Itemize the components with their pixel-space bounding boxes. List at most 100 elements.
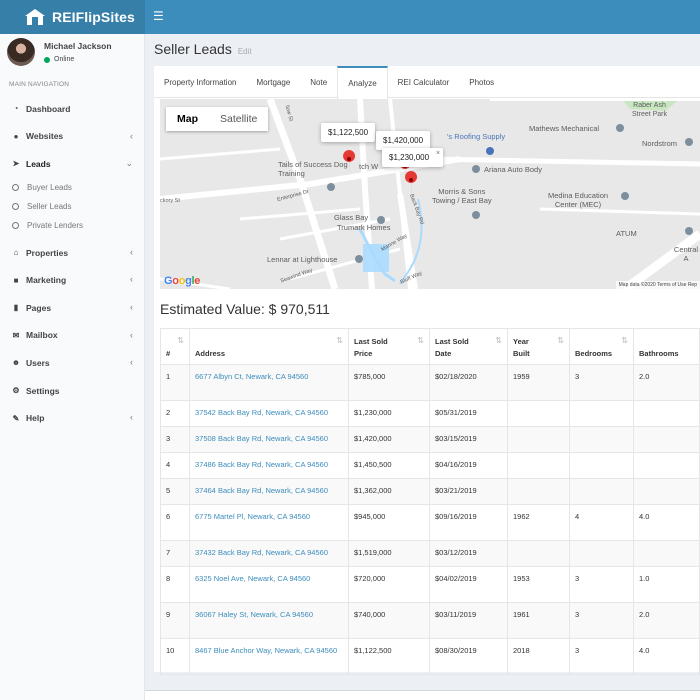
cell-bedrooms: 4 <box>569 504 634 541</box>
users-icon: ☻ <box>11 358 21 368</box>
file-icon: ▮ <box>13 303 19 313</box>
cell-year-built: 2018 <box>507 638 570 675</box>
cell-number: 2 <box>160 400 190 427</box>
cell-address: 36067 Haley St, Newark, CA 94560 <box>189 602 349 639</box>
cell-bathrooms: 1.0 <box>633 566 700 603</box>
address-link[interactable]: 36067 Haley St, Newark, CA 94560 <box>195 610 313 619</box>
satellite-button[interactable]: Satellite <box>209 107 268 131</box>
edit-link[interactable]: Edit <box>238 47 252 56</box>
column-header-bedrooms[interactable]: Bedrooms ⇅ <box>569 328 634 365</box>
address-link[interactable]: 6677 Albyn Ct, Newark, CA 94560 <box>195 372 308 381</box>
cell-last-sold-price: $785,000 <box>348 364 430 401</box>
map-view[interactable]: Map Satellite $1,122,500 $1,420,000 $1,2… <box>160 99 700 289</box>
map-label: ATUM <box>616 229 637 238</box>
chevron-left-icon: ‹ <box>130 412 133 423</box>
cell-year-built: 1959 <box>507 364 570 401</box>
sidebar-item-help[interactable]: ✎ Help ‹ <box>0 404 144 432</box>
footer <box>145 690 700 700</box>
cell-last-sold-price: $720,000 <box>348 566 430 603</box>
address-link[interactable]: 37508 Back Bay Rd, Newark, CA 94560 <box>195 434 328 443</box>
sidebar-sub-seller-leads[interactable]: Seller Leads <box>0 197 144 216</box>
column-header-year-built[interactable]: Year Built ⇅ <box>507 328 570 365</box>
house-logo-icon <box>25 9 45 25</box>
sort-icon: ⇅ <box>495 336 502 345</box>
circle-icon <box>12 202 19 210</box>
tab-property-information[interactable]: Property Information <box>154 66 246 98</box>
chevron-left-icon: ‹ <box>130 130 133 141</box>
cell-number: 9 <box>160 602 190 639</box>
google-logo[interactable]: Google <box>164 275 200 287</box>
address-link[interactable]: 6775 Martel Pl, Newark, CA 94560 <box>195 512 310 521</box>
cell-bathrooms: 2.0 <box>633 602 700 639</box>
cell-bathrooms <box>633 400 700 427</box>
tab-analyze[interactable]: Analyze <box>337 66 388 99</box>
tab-photos[interactable]: Photos <box>459 66 504 98</box>
cell-last-sold-price: $1,450,500 <box>348 452 430 479</box>
sidebar-item-label: Mailbox <box>26 330 58 341</box>
column-header-last-sold-price[interactable]: Last Sold Price ⇅ <box>348 328 430 365</box>
menu-toggle-icon[interactable]: ☰ <box>153 9 164 23</box>
address-link[interactable]: 8467 Blue Anchor Way, Newark, CA 94560 <box>195 646 337 655</box>
cell-last-sold-price: $740,000 <box>348 602 430 639</box>
sidebar-item-marketing[interactable]: ■ Marketing ‹ <box>0 266 144 294</box>
sidebar-item-label: Settings <box>26 385 60 396</box>
sidebar-item-pages[interactable]: ▮ Pages ‹ <box>0 294 144 322</box>
cell-year-built <box>507 426 570 453</box>
close-icon[interactable]: × <box>436 150 440 157</box>
sidebar-item-websites[interactable]: ● Websites ‹ <box>0 123 144 151</box>
sidebar-item-dashboard[interactable]: ◔ Dashboard <box>0 95 144 123</box>
cell-year-built: 1953 <box>507 566 570 603</box>
sidebar-item-settings[interactable]: ⚙ Settings <box>0 377 144 405</box>
map-label: Glass Bay <box>334 213 369 222</box>
cell-address: 37432 Back Bay Rd, Newark, CA 94560 <box>189 540 349 567</box>
cell-bedrooms: 3 <box>569 364 634 401</box>
cell-address: 6677 Albyn Ct, Newark, CA 94560 <box>189 364 349 401</box>
sidebar-sub-private-lenders[interactable]: Private Lenders <box>0 216 144 235</box>
table-row: 5 37464 Back Bay Rd, Newark, CA 94560 $1,3… <box>160 478 700 505</box>
cell-bathrooms: 4.0 <box>633 638 700 675</box>
sidebar-sub-buyer-leads[interactable]: Buyer Leads <box>0 178 144 197</box>
sidebar-item-leads[interactable]: ➤ Leads ⌄ <box>0 150 144 178</box>
tab-rei-calculator[interactable]: REI Calculator <box>388 66 460 98</box>
sidebar-item-properties[interactable]: ⌂ Properties ‹ <box>0 239 144 267</box>
cell-number: 5 <box>160 478 190 505</box>
price-tooltip-text: $1,230,000 <box>389 153 430 162</box>
address-link[interactable]: 6325 Noel Ave, Newark, CA 94560 <box>195 574 310 583</box>
column-header-bathrooms[interactable]: Bathrooms <box>633 328 700 365</box>
address-link[interactable]: 37486 Back Bay Rd, Newark, CA 94560 <box>195 460 328 469</box>
sidebar-item-label: Help <box>26 413 45 424</box>
map-button[interactable]: Map <box>166 107 209 131</box>
price-tooltip[interactable]: $1,230,000 × <box>382 148 444 167</box>
cell-last-sold-date: $03/21/2019 <box>429 478 508 505</box>
address-link[interactable]: 37432 Back Bay Rd, Newark, CA 94560 <box>195 548 328 557</box>
price-tooltip[interactable]: $1,122,500 <box>321 123 376 142</box>
sidebar-item-mailbox[interactable]: ✉ Mailbox ‹ <box>0 322 144 350</box>
main-box: Property Information Mortgage Note Analy… <box>154 66 700 675</box>
map-label: 's Roofing Supply <box>447 132 506 141</box>
cell-bedrooms <box>569 478 634 505</box>
address-link[interactable]: 37464 Back Bay Rd, Newark, CA 94560 <box>195 486 328 495</box>
cell-bedrooms: 3 <box>569 638 634 675</box>
tab-mortgage[interactable]: Mortgage <box>246 66 300 98</box>
tab-note[interactable]: Note <box>300 66 337 98</box>
cell-bedrooms <box>569 400 634 427</box>
chevron-left-icon: ‹ <box>130 357 133 368</box>
circle-icon <box>12 221 19 229</box>
column-header-last-sold-date[interactable]: Last Sold Date ⇅ <box>429 328 508 365</box>
cell-last-sold-date: $05/31/2019 <box>429 400 508 427</box>
cell-bathrooms: 2.0 <box>633 364 700 401</box>
cell-last-sold-date: $02/18/2020 <box>429 364 508 401</box>
cell-bathrooms <box>633 452 700 479</box>
column-header-address[interactable]: Address ⇅ <box>189 328 349 365</box>
map-attribution[interactable]: Map data ©2020 Terms of Use Rep <box>615 281 700 289</box>
column-header-number[interactable]: # ⇅ <box>160 328 190 365</box>
logo[interactable]: REIFlipSites <box>0 0 145 34</box>
address-link[interactable]: 37542 Back Bay Rd, Newark, CA 94560 <box>195 408 328 417</box>
table-row: 6 6775 Martel Pl, Newark, CA 94560 $945,00… <box>160 504 700 541</box>
dashboard-icon: ◔ <box>13 104 19 114</box>
cell-year-built <box>507 478 570 505</box>
cell-last-sold-date: $03/15/2019 <box>429 426 508 453</box>
cell-bedrooms: 3 <box>569 566 634 603</box>
map-label: Trumark Homes <box>337 223 391 232</box>
sidebar-item-users[interactable]: ☻ Users ‹ <box>0 349 144 377</box>
